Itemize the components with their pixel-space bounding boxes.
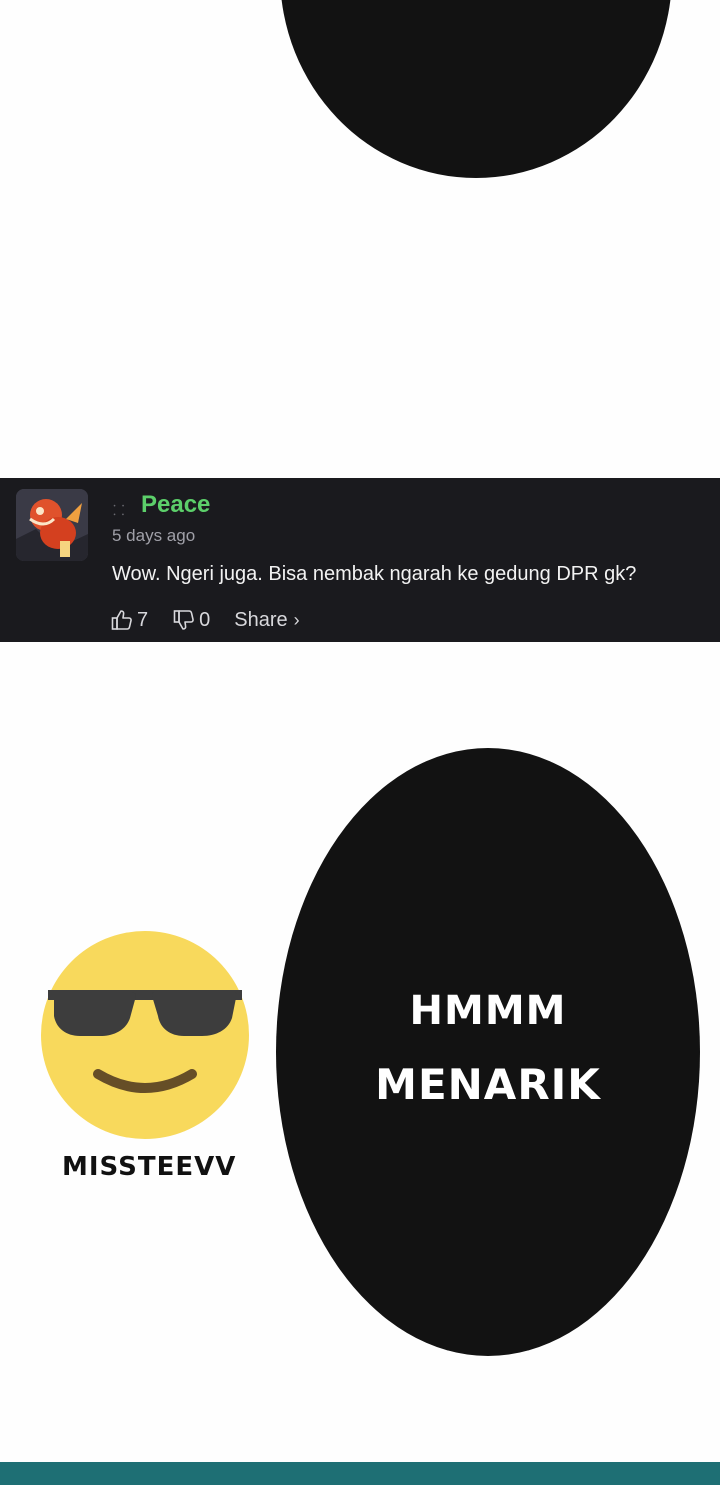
bubble-text-line1: HMMM	[409, 988, 567, 1034]
like-button[interactable]: 7	[110, 608, 148, 632]
thumbs-up-icon	[111, 610, 132, 630]
avatar-image	[16, 489, 88, 561]
share-button[interactable]: Share ›	[234, 609, 299, 632]
speech-bubble-top	[280, 0, 672, 178]
comment-timestamp: 5 days ago	[112, 526, 196, 545]
emoji-caption: MISSTEEVV	[62, 1152, 237, 1182]
thumbs-down-icon	[173, 610, 194, 630]
dislike-button[interactable]: 0	[172, 608, 210, 632]
comment-actions: 7 0 Share ›	[110, 608, 300, 632]
comment-text: Wow. Ngeri juga. Bisa nembak ngarah ke g…	[112, 563, 637, 585]
dislike-count: 0	[199, 608, 211, 631]
speech-bubble-main	[276, 748, 700, 1356]
share-label: Share	[234, 608, 288, 631]
comment-username[interactable]: Peace	[141, 491, 210, 519]
comic-page: ⸬ Peace 5 days ago Wow. Ngeri juga. Bisa…	[0, 0, 720, 1485]
bubble-text-line2: MENARIK	[375, 1060, 601, 1109]
sunglasses-emoji-icon	[41, 931, 249, 1139]
like-count: 7	[137, 608, 149, 631]
chevron-right-icon: ›	[293, 609, 300, 630]
avatar[interactable]	[16, 489, 88, 561]
next-panel-edge	[0, 1462, 720, 1485]
comment-card: ⸬ Peace 5 days ago Wow. Ngeri juga. Bisa…	[0, 478, 720, 642]
user-icon: ⸬	[113, 502, 125, 518]
